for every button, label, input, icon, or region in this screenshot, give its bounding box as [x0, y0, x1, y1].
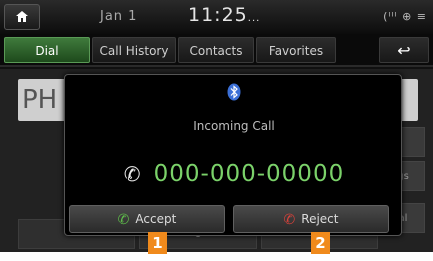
home-icon	[16, 11, 28, 22]
home-button[interactable]	[4, 4, 40, 30]
accept-label: Accept	[135, 212, 177, 226]
tab-contacts[interactable]: Contacts	[178, 37, 254, 63]
caller-number: 000-000-00000	[153, 161, 345, 187]
popup-title: Incoming Call	[193, 119, 275, 133]
tab-call-history[interactable]: Call History	[92, 37, 176, 63]
tab-favorites[interactable]: Favorites	[256, 37, 336, 63]
back-button[interactable]: ↩	[379, 37, 429, 63]
callout-marker-1: 1	[148, 232, 167, 254]
date: Jan 1	[100, 9, 138, 24]
callout-marker-2: 2	[311, 232, 330, 254]
incoming-call-popup: Incoming Call ✆ 000-000-00000 ✆ Accept ✆ R…	[64, 74, 402, 236]
screen: Jan 1 11:25... (ᴵᴵᴵ ⊕ ≡ Dial Call Histor…	[0, 0, 433, 252]
caller-row: ✆ 000-000-00000	[65, 161, 403, 187]
incoming-phone-icon: ✆	[123, 162, 141, 186]
status-bar: Jan 1 11:25... (ᴵᴵᴵ ⊕ ≡	[0, 0, 433, 34]
accept-button[interactable]: ✆ Accept	[69, 205, 225, 233]
reject-button[interactable]: ✆ Reject	[233, 205, 389, 233]
bluetooth-icon	[227, 83, 241, 101]
reject-label: Reject	[301, 212, 339, 226]
status-icons: (ᴵᴵᴵ ⊕ ≡	[383, 10, 427, 23]
reject-phone-icon: ✆	[283, 211, 296, 228]
clock: 11:25...	[188, 4, 261, 26]
tab-dial[interactable]: Dial	[4, 37, 90, 63]
tab-bar: Dial Call History Contacts Favorites ↩	[0, 34, 433, 67]
accept-phone-icon: ✆	[117, 211, 130, 228]
